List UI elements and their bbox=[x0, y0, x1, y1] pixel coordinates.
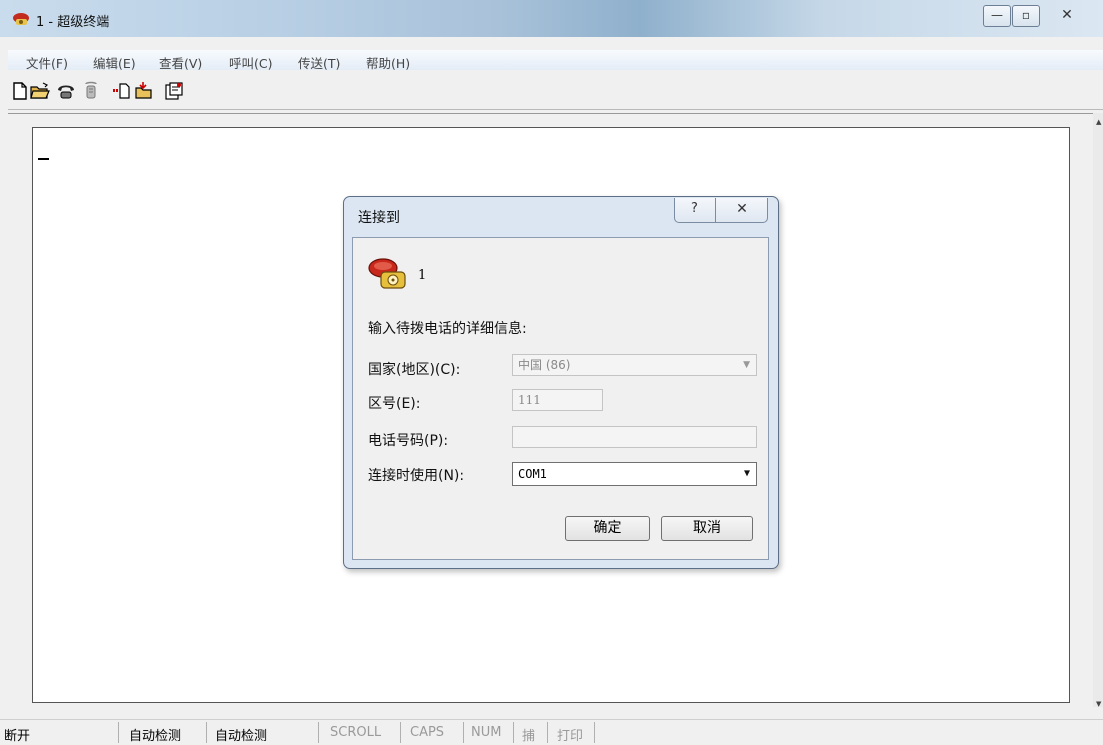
menu-view[interactable]: 查看(V) bbox=[159, 53, 202, 72]
dialog-prompt: 输入待拨电话的详细信息: bbox=[368, 321, 527, 337]
status-detect-1: 自动检测 bbox=[129, 729, 182, 744]
connect-using-label: 连接时使用(N): bbox=[368, 468, 465, 484]
help-icon: ? bbox=[691, 201, 698, 216]
maximize-icon: ▫ bbox=[1021, 8, 1031, 22]
status-print: 打印 bbox=[557, 729, 584, 744]
chevron-down-icon: ▼ bbox=[743, 468, 750, 479]
dialog-help-button[interactable]: ? bbox=[674, 198, 716, 223]
connection-name: 1 bbox=[418, 268, 427, 283]
country-label: 国家(地区)(C): bbox=[368, 362, 461, 378]
dialog-close-button[interactable]: ✕ bbox=[716, 198, 768, 223]
status-separator bbox=[206, 722, 207, 743]
status-separator bbox=[118, 722, 119, 743]
cancel-button[interactable]: 取消 bbox=[661, 516, 753, 541]
minimize-icon: — bbox=[991, 8, 1003, 22]
hangup-icon[interactable] bbox=[81, 81, 101, 101]
send-icon[interactable] bbox=[112, 81, 132, 101]
status-separator bbox=[318, 722, 319, 743]
scroll-up-icon[interactable]: ▲ bbox=[1096, 118, 1101, 126]
receive-icon[interactable] bbox=[134, 81, 154, 101]
properties-icon[interactable] bbox=[164, 81, 184, 101]
chevron-down-icon: ▼ bbox=[743, 360, 750, 370]
connection-phone-icon bbox=[368, 258, 406, 289]
status-capture: 捕 bbox=[522, 729, 536, 744]
minimize-button[interactable]: — bbox=[983, 5, 1011, 27]
status-separator bbox=[594, 722, 595, 743]
vertical-scrollbar[interactable] bbox=[1093, 113, 1103, 707]
menu-bar: 文件(F) 编辑(E) 查看(V) 呼叫(C) 传送(T) 帮助(H) bbox=[8, 50, 1103, 72]
title-bar[interactable]: 1 - 超级终端 — ▫ ✕ bbox=[0, 0, 1103, 37]
hyperterminal-window: 1 - 超级终端 — ▫ ✕ 文件(F) 编辑(E) 查看(V) 呼叫(C) 传… bbox=[0, 0, 1103, 745]
status-detect-2: 自动检测 bbox=[215, 729, 268, 744]
toolbar bbox=[8, 71, 1103, 110]
status-num: NUM bbox=[471, 725, 502, 740]
close-window-button[interactable]: ✕ bbox=[1042, 5, 1092, 27]
area-code-label: 区号(E): bbox=[368, 396, 421, 412]
phone-number-input bbox=[512, 426, 757, 448]
status-separator bbox=[463, 722, 464, 743]
status-connection: 断开 bbox=[4, 729, 31, 744]
open-icon[interactable] bbox=[30, 81, 50, 101]
country-select: 中国 (86) ▼ bbox=[512, 354, 757, 376]
dial-icon[interactable] bbox=[56, 81, 76, 101]
menu-file[interactable]: 文件(F) bbox=[26, 53, 68, 72]
menu-call[interactable]: 呼叫(C) bbox=[229, 53, 272, 72]
close-icon: ✕ bbox=[1061, 7, 1073, 23]
country-value: 中国 (86) bbox=[518, 358, 571, 372]
terminal-cursor bbox=[38, 158, 49, 160]
window-title: 1 - 超级终端 bbox=[36, 15, 110, 30]
area-code-input: 111 bbox=[512, 389, 603, 411]
hyperterminal-app-icon bbox=[13, 13, 29, 25]
connect-using-value: COM1 bbox=[518, 467, 547, 481]
menu-edit[interactable]: 编辑(E) bbox=[93, 53, 136, 72]
new-icon[interactable] bbox=[10, 81, 30, 101]
menu-transfer[interactable]: 传送(T) bbox=[298, 53, 340, 72]
phone-number-label: 电话号码(P): bbox=[368, 433, 449, 449]
menu-help[interactable]: 帮助(H) bbox=[366, 53, 410, 72]
status-scroll: SCROLL bbox=[330, 725, 382, 740]
status-bar: 断开 自动检测 自动检测 SCROLL CAPS NUM 捕 打印 bbox=[0, 719, 1103, 745]
maximize-button[interactable]: ▫ bbox=[1012, 5, 1040, 27]
scroll-down-icon[interactable]: ▼ bbox=[1096, 700, 1101, 708]
close-icon: ✕ bbox=[736, 201, 748, 217]
toolbar-divider bbox=[8, 113, 1093, 114]
area-code-value: 111 bbox=[518, 393, 541, 407]
status-separator bbox=[547, 722, 548, 743]
status-separator bbox=[400, 722, 401, 743]
connect-using-select[interactable]: COM1 ▼ bbox=[512, 462, 757, 486]
dialog-title: 连接到 bbox=[358, 210, 400, 226]
ok-button[interactable]: 确定 bbox=[565, 516, 650, 541]
status-caps: CAPS bbox=[410, 725, 445, 740]
status-separator bbox=[513, 722, 514, 743]
